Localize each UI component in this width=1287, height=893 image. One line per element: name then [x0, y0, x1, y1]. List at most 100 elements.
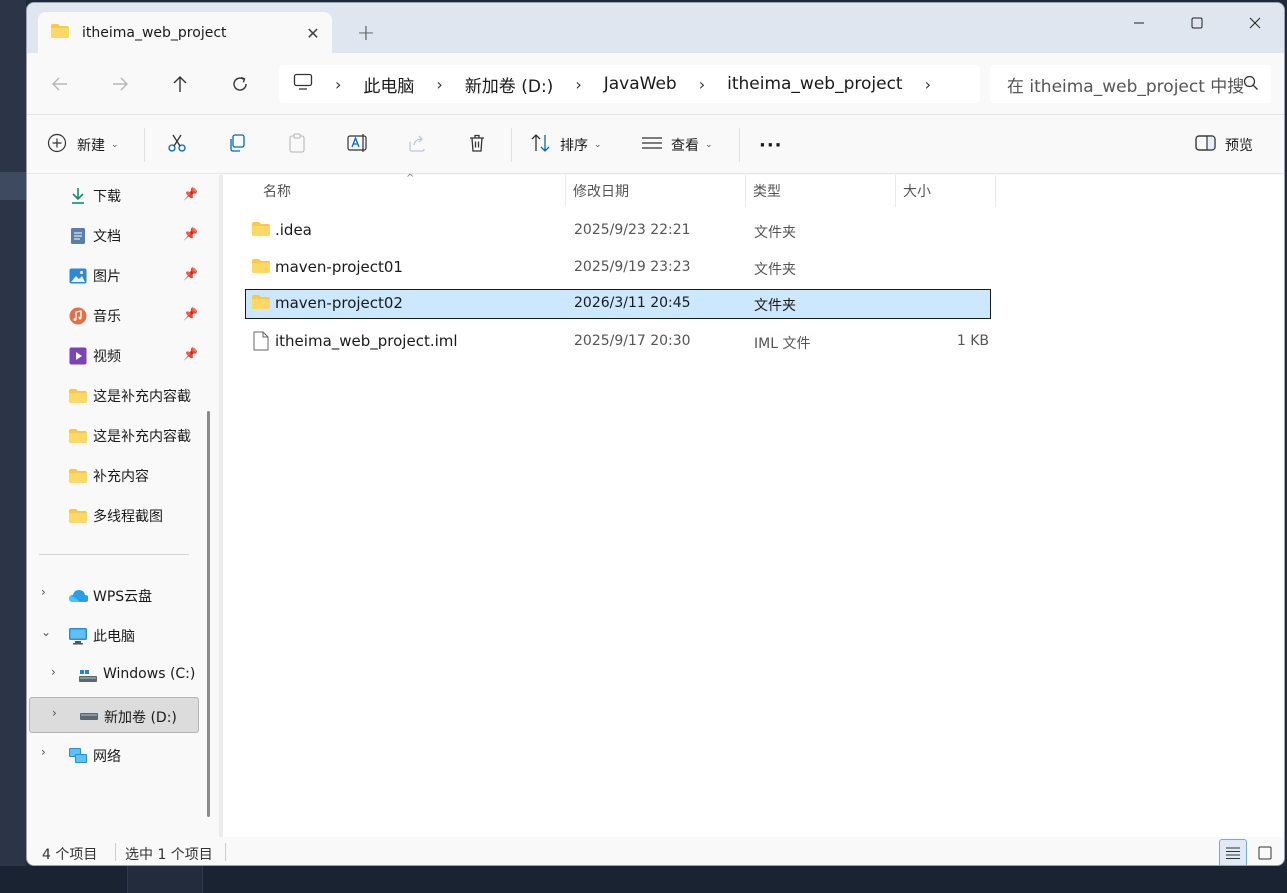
forward-button[interactable] [105, 69, 135, 99]
file-date: 2025/9/23 22:21 [574, 222, 691, 238]
status-divider [115, 843, 116, 861]
details-view-button[interactable] [1219, 839, 1247, 865]
tiles-view-icon [1258, 846, 1272, 860]
sort-button[interactable]: 排序 ⌄ [530, 130, 602, 160]
file-list: 名称 ^ 修改日期 类型 大小 .idea 2025/9/23 22:21 文件… [223, 173, 1284, 837]
chevron-right-icon[interactable]: › [51, 665, 56, 679]
pin-icon[interactable]: 📌 [183, 307, 198, 321]
column-header-date[interactable]: 修改日期 [573, 175, 629, 207]
pin-icon[interactable]: 📌 [183, 227, 198, 241]
column-divider[interactable] [895, 175, 896, 207]
sidebar-item-label: 补充内容 [93, 469, 149, 485]
chevron-down-icon[interactable]: ⌄ [41, 625, 51, 639]
close-window-button[interactable] [1225, 3, 1284, 43]
pictures-icon [68, 266, 88, 286]
share-icon [407, 133, 427, 157]
delete-button[interactable] [467, 130, 487, 160]
sidebar-item-this-pc[interactable]: ⌄ 此电脑 [27, 617, 207, 653]
view-button[interactable]: 查看 ⌄ [641, 130, 713, 160]
sidebar-item-folder[interactable]: 这是补充内容截 [27, 417, 207, 453]
chevron-right-icon[interactable]: › [41, 585, 46, 599]
computer-icon[interactable] [293, 73, 313, 96]
sidebar-item-downloads[interactable]: 下载 📌 [27, 177, 207, 213]
maximize-icon [1191, 17, 1203, 29]
file-row-selected[interactable]: maven-project02 2026/3/11 20:45 文件夹 [245, 289, 991, 319]
breadcrumb-javaweb[interactable]: JavaWeb [604, 74, 677, 94]
new-tab-button[interactable]: + [353, 21, 379, 47]
breadcrumb-drive-d[interactable]: 新加卷 (D:) [465, 72, 554, 97]
preview-pane-icon [1195, 134, 1217, 156]
tiles-view-button[interactable] [1251, 839, 1279, 865]
sidebar-item-drive-c[interactable]: › Windows (C:) [27, 657, 207, 693]
breadcrumb-itheima-web-project[interactable]: itheima_web_project [727, 74, 902, 94]
refresh-button[interactable] [225, 69, 255, 99]
tab-itheima-web-project[interactable]: itheima_web_project ✕ [38, 12, 332, 54]
file-name: .idea [275, 221, 312, 239]
file-date: 2025/9/17 20:30 [574, 333, 691, 349]
breadcrumb-separator[interactable]: › [436, 75, 442, 94]
chevron-right-icon[interactable]: › [41, 745, 46, 759]
close-icon [1249, 17, 1261, 29]
sidebar-item-pictures[interactable]: 图片 📌 [27, 257, 207, 293]
new-button[interactable]: 新建 ⌄ [47, 130, 119, 160]
file-type: 文件夹 [754, 225, 796, 241]
sidebar-item-network[interactable]: › 网络 [27, 737, 207, 773]
file-row[interactable]: .idea 2025/9/23 22:21 文件夹 [245, 216, 991, 246]
copy-button[interactable] [227, 130, 247, 160]
column-header-name[interactable]: 名称 [263, 175, 291, 207]
paste-button[interactable] [287, 130, 307, 160]
cut-button[interactable] [167, 130, 187, 160]
up-button[interactable] [165, 69, 195, 99]
breadcrumb-separator[interactable]: › [925, 75, 931, 94]
sidebar-item-drive-d[interactable]: › 新加卷 (D:) [29, 697, 199, 733]
address-bar[interactable]: › 此电脑 › 新加卷 (D:) › JavaWeb › itheima_web… [279, 65, 980, 103]
column-divider[interactable] [995, 175, 996, 207]
status-divider [225, 843, 226, 861]
rename-button[interactable] [347, 130, 369, 160]
breadcrumb-separator[interactable]: › [335, 75, 341, 94]
chevron-right-icon[interactable]: › [52, 706, 57, 720]
sidebar-item-documents[interactable]: 文档 📌 [27, 217, 207, 253]
clipboard-icon [287, 133, 307, 157]
breadcrumb-separator[interactable]: › [575, 75, 581, 94]
sidebar-item-folder[interactable]: 这是补充内容截 [27, 377, 207, 413]
folder-icon [68, 506, 88, 526]
breadcrumb-separator[interactable]: › [699, 75, 705, 94]
folder-icon [251, 258, 271, 278]
minimize-button[interactable] [1109, 3, 1169, 43]
maximize-button[interactable] [1167, 3, 1227, 43]
sidebar-item-wps-cloud[interactable]: › WPS云盘 [27, 577, 207, 613]
close-tab-icon[interactable]: ✕ [298, 24, 328, 43]
preview-pane-button[interactable]: 预览 [1195, 130, 1253, 160]
column-divider[interactable] [565, 175, 566, 207]
search-icon[interactable] [1243, 75, 1259, 96]
computer-icon [68, 626, 88, 646]
breadcrumb-this-pc[interactable]: 此电脑 [363, 72, 414, 97]
sidebar-item-folder[interactable]: 多线程截图 [27, 497, 207, 533]
trash-icon [467, 133, 487, 157]
back-button[interactable] [45, 69, 75, 99]
pin-icon[interactable]: 📌 [183, 187, 198, 201]
sidebar-item-videos[interactable]: 视频 📌 [27, 337, 207, 373]
share-button[interactable] [407, 130, 427, 160]
network-icon [68, 746, 88, 766]
file-name: maven-project01 [275, 258, 403, 276]
sidebar-item-label: 此电脑 [93, 629, 135, 645]
view-list-icon [641, 133, 663, 157]
sidebar-item-label: WPS云盘 [93, 589, 153, 605]
search-input[interactable]: 在 itheima_web_project 中搜 [990, 65, 1271, 103]
rename-icon [347, 133, 369, 157]
folder-icon [50, 23, 70, 43]
column-divider[interactable] [745, 175, 746, 207]
column-header-size[interactable]: 大小 [903, 175, 931, 207]
sidebar-scrollbar[interactable] [207, 411, 210, 817]
pin-icon[interactable]: 📌 [183, 347, 198, 361]
file-row[interactable]: itheima_web_project.iml 2025/9/17 20:30 … [245, 327, 991, 357]
file-row[interactable]: maven-project01 2025/9/19 23:23 文件夹 [245, 253, 991, 283]
sidebar-item-music[interactable]: 音乐 📌 [27, 297, 207, 333]
taskbar-background [0, 866, 1287, 893]
sidebar-item-folder[interactable]: 补充内容 [27, 457, 207, 493]
column-header-type[interactable]: 类型 [753, 175, 781, 207]
pin-icon[interactable]: 📌 [183, 267, 198, 281]
more-options-button[interactable]: ··· [759, 130, 783, 160]
